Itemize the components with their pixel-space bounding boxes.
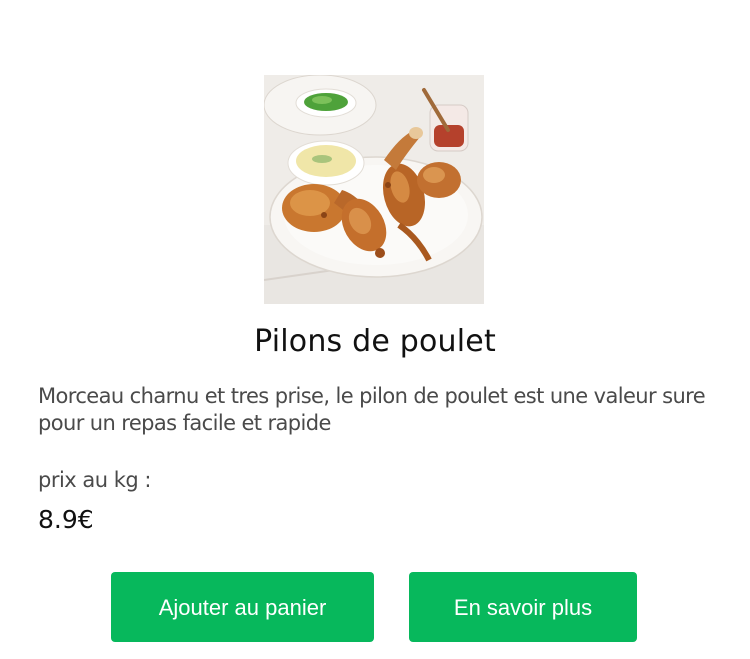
product-description: Morceau charnu et tres prise, le pilon d…	[38, 384, 706, 435]
price-value: 8.9€	[38, 505, 94, 534]
product-card: Pilons de poulet Morceau charnu et tres …	[0, 0, 750, 659]
product-title: Pilons de poulet	[254, 324, 496, 359]
learn-more-button[interactable]: En savoir plus	[409, 572, 637, 642]
price-label: prix au kg :	[38, 468, 152, 492]
product-image	[264, 75, 484, 304]
add-to-cart-button[interactable]: Ajouter au panier	[111, 572, 374, 642]
